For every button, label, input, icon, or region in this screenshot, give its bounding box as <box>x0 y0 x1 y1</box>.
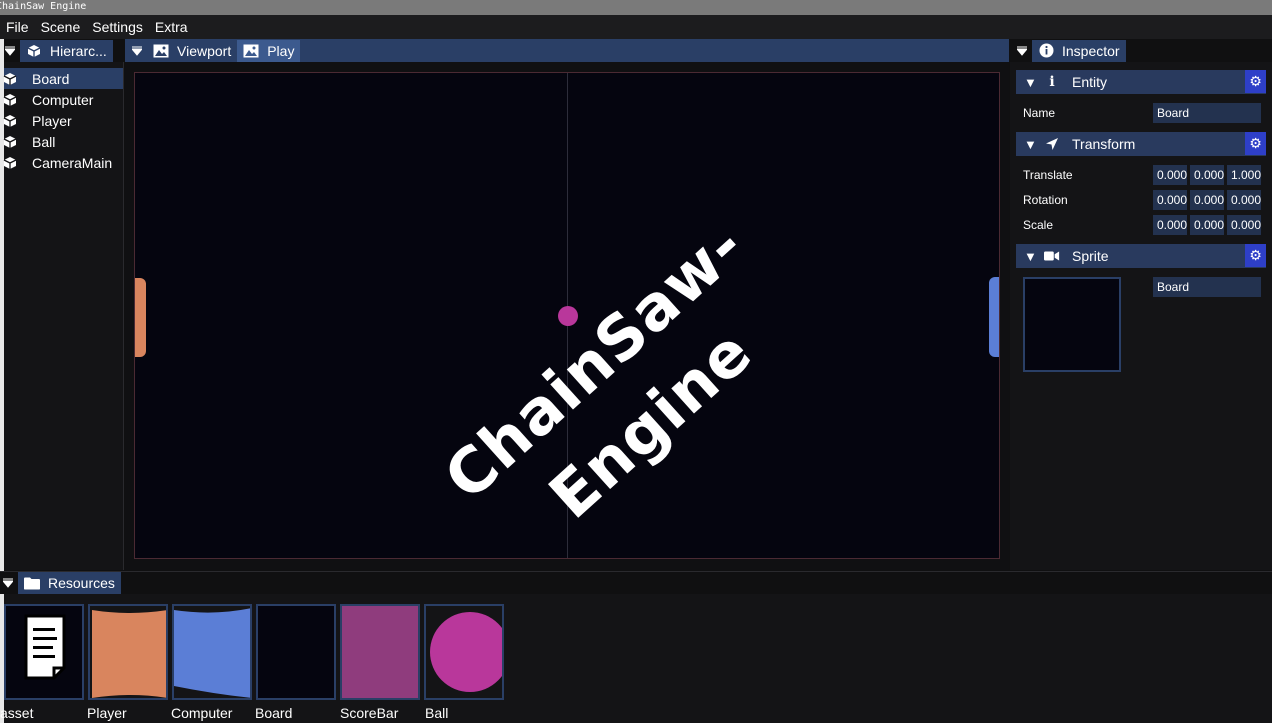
resource-player[interactable] <box>88 604 168 700</box>
hierarchy-item-label: Board <box>32 70 70 87</box>
hierarchy-item-player[interactable]: Player <box>2 110 123 131</box>
scale-label: Scale <box>1023 218 1054 232</box>
hierarchy-item-ball[interactable]: Ball <box>2 131 123 152</box>
scale-z-field[interactable]: 0.000 <box>1227 215 1261 235</box>
hierarchy-item-label: CameraMain <box>32 154 113 171</box>
menu-settings[interactable]: Settings <box>86 15 149 39</box>
info-i-icon: i <box>1049 74 1055 90</box>
translate-y-field[interactable]: 0.000 <box>1190 165 1224 185</box>
collapse-menu-icon[interactable] <box>131 40 143 62</box>
menu-file[interactable]: File <box>0 15 35 39</box>
hierarchy-item-board[interactable]: Board <box>2 68 123 89</box>
cube-icon <box>26 44 42 58</box>
tab-play[interactable]: Play <box>237 39 301 62</box>
resource-label: Ball <box>425 705 449 721</box>
resource-scorebar[interactable] <box>340 604 420 700</box>
resource-label: Player <box>87 705 127 721</box>
tab-hierarchy-label: Hierarc... <box>50 42 107 59</box>
resource-asset[interactable] <box>4 604 84 700</box>
collapse-menu-icon[interactable] <box>4 40 16 62</box>
translate-x-field[interactable]: 0.000 <box>1153 165 1187 185</box>
info-icon <box>1038 43 1054 58</box>
resource-label: Board <box>255 705 293 721</box>
name-label: Name <box>1023 106 1056 120</box>
collapse-arrow-icon: ▼ <box>1024 74 1037 90</box>
tab-hierarchy[interactable]: Hierarc... <box>20 39 113 62</box>
resource-label: ScoreBar <box>340 705 399 721</box>
folder-icon <box>24 576 40 590</box>
hierarchy-item-cameramain[interactable]: CameraMain <box>2 152 123 173</box>
texture-icon <box>174 608 250 698</box>
computer-paddle <box>989 277 999 357</box>
image-icon <box>153 44 169 58</box>
viewport-tab-bar: Viewport Play <box>125 39 1009 62</box>
tab-resources[interactable]: Resources <box>18 572 121 594</box>
hierarchy-panel: Board Computer Player Ball CameraMain <box>2 62 124 570</box>
rotation-y-field[interactable]: 0.000 <box>1190 190 1224 210</box>
menu-scene[interactable]: Scene <box>35 15 87 39</box>
collapse-menu-icon[interactable] <box>2 572 14 594</box>
cube-icon <box>2 72 18 86</box>
cube-icon <box>2 156 18 170</box>
entity-section-header[interactable]: ▼ i Entity ⚙ <box>1016 70 1266 94</box>
sprite-preview[interactable] <box>1023 277 1121 372</box>
window-title: ChainSaw Engine <box>0 1 87 12</box>
player-paddle <box>135 278 146 357</box>
document-icon <box>24 614 66 680</box>
resources-tab-bar: Resources <box>0 571 1272 594</box>
menu-extra[interactable]: Extra <box>149 15 194 39</box>
gear-icon[interactable]: ⚙ <box>1245 70 1266 93</box>
hierarchy-tab-bar: Hierarc... <box>4 39 122 62</box>
texture-icon <box>92 610 166 698</box>
rotation-label: Rotation <box>1023 193 1068 207</box>
resource-computer[interactable] <box>172 604 252 700</box>
resource-label: Computer <box>171 705 233 721</box>
sprite-section-header[interactable]: ▼ Sprite ⚙ <box>1016 244 1266 268</box>
collapse-arrow-icon: ▼ <box>1024 248 1037 264</box>
resource-ball[interactable] <box>424 604 504 700</box>
gear-icon[interactable]: ⚙ <box>1245 244 1266 267</box>
rotation-z-field[interactable]: 0.000 <box>1227 190 1261 210</box>
collapse-menu-icon[interactable] <box>1016 40 1028 62</box>
tab-inspector[interactable]: Inspector <box>1032 39 1126 62</box>
sprite-texture-field[interactable]: Board <box>1153 277 1261 297</box>
tab-viewport[interactable]: Viewport <box>147 40 237 62</box>
location-arrow-icon <box>1044 137 1060 151</box>
tab-resources-label: Resources <box>48 575 115 591</box>
gear-icon[interactable]: ⚙ <box>1245 132 1266 155</box>
texture-icon <box>430 612 502 692</box>
entity-section-title: Entity <box>1072 74 1108 90</box>
tab-viewport-label: Viewport <box>177 42 232 59</box>
tab-inspector-label: Inspector <box>1062 42 1120 59</box>
cube-icon <box>2 114 18 128</box>
translate-z-field[interactable]: 1.000 <box>1227 165 1261 185</box>
sprite-section-title: Sprite <box>1072 248 1109 264</box>
resource-label: asset <box>0 705 34 721</box>
name-field[interactable]: Board <box>1153 103 1261 123</box>
tab-play-label: Play <box>267 42 295 59</box>
transform-section-header[interactable]: ▼ Transform ⚙ <box>1016 132 1266 156</box>
resource-board[interactable] <box>256 604 336 700</box>
hierarchy-item-label: Computer <box>32 91 94 108</box>
rotation-x-field[interactable]: 0.000 <box>1153 190 1187 210</box>
image-icon <box>243 44 259 58</box>
hierarchy-item-label: Player <box>32 112 72 129</box>
cube-icon <box>2 135 18 149</box>
hierarchy-item-computer[interactable]: Computer <box>2 89 123 110</box>
menu-bar: File Scene Settings Extra <box>0 15 1272 39</box>
video-camera-icon <box>1044 250 1060 262</box>
collapse-arrow-icon: ▼ <box>1024 136 1037 152</box>
inspector-tab-bar: Inspector <box>1010 39 1272 62</box>
scale-x-field[interactable]: 0.000 <box>1153 215 1187 235</box>
hierarchy-item-label: Ball <box>32 133 56 150</box>
transform-section-title: Transform <box>1072 136 1136 152</box>
window-title-bar: ChainSaw Engine <box>0 0 1272 15</box>
translate-label: Translate <box>1023 168 1073 182</box>
scale-y-field[interactable]: 0.000 <box>1190 215 1224 235</box>
cube-icon <box>2 93 18 107</box>
